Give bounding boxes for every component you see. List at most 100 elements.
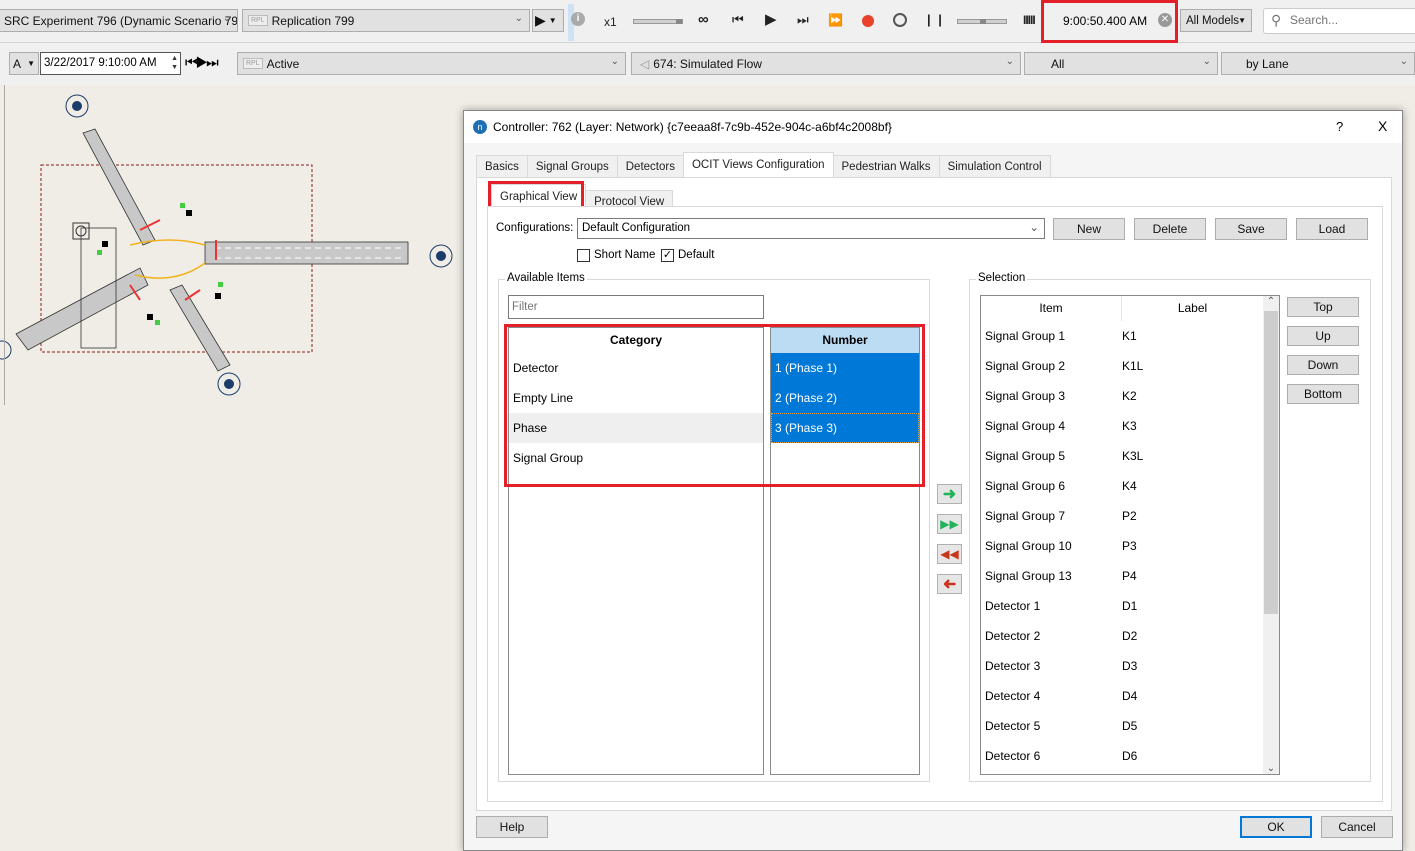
add-item-button[interactable]: ➜ — [937, 484, 962, 504]
subtab-graphical-view[interactable]: Graphical View — [491, 184, 587, 208]
play-icon[interactable]: ▶ — [765, 10, 777, 30]
selection-row[interactable]: Detector 2 D2 — [981, 621, 1279, 651]
experiment-select[interactable]: SRC Experiment 796 (Dynamic Scenario 795… — [0, 9, 238, 32]
clock-icon[interactable] — [893, 13, 907, 27]
scroll-up-icon[interactable]: ⌃ — [1263, 296, 1279, 307]
default-checkbox[interactable]: ✓ — [661, 249, 674, 262]
cancel-button[interactable]: Cancel — [1321, 816, 1393, 838]
selection-row[interactable]: Signal Group 2 K1L — [981, 351, 1279, 381]
network-map[interactable] — [0, 85, 463, 851]
selection-label: D2 — [1122, 629, 1138, 643]
tab-ocit-views-configuration[interactable]: OCIT Views Configuration — [682, 152, 834, 177]
replication-select[interactable]: RPL Replication 799 ⌄ — [242, 9, 530, 32]
selection-group: Selection Item Label Signal Group 1 K1 Sig… — [969, 272, 1371, 782]
help-icon[interactable]: ? — [1336, 119, 1343, 134]
chevron-down-icon: ⌄ — [514, 13, 523, 24]
short-name-checkbox[interactable] — [577, 249, 590, 262]
label-column-header[interactable]: Label — [1122, 296, 1263, 321]
selection-row[interactable]: Signal Group 10 P3 — [981, 531, 1279, 561]
grouping-select[interactable]: by Lane ⌄ — [1221, 52, 1415, 75]
tab-basics[interactable]: Basics — [476, 155, 528, 177]
number-header[interactable]: Number — [771, 328, 919, 353]
number-item[interactable]: 2 (Phase 2) — [771, 383, 919, 413]
selection-scrollbar[interactable]: ⌃ ⌄ — [1263, 296, 1279, 774]
selection-row[interactable]: Signal Group 13 P4 — [981, 561, 1279, 591]
scroll-down-icon[interactable]: ⌄ — [1263, 763, 1279, 774]
move-bottom-button[interactable]: Bottom — [1287, 384, 1359, 404]
tab-pedestrian-walks[interactable]: Pedestrian Walks — [832, 155, 940, 177]
time-slider[interactable] — [957, 19, 1007, 24]
status-label: Active — [266, 56, 300, 71]
spinner-icon[interactable]: ▲ ▼ — [171, 54, 178, 72]
selection-label: P4 — [1122, 569, 1137, 583]
delete-button[interactable]: Delete — [1134, 218, 1206, 240]
close-icon[interactable]: X — [1378, 118, 1387, 134]
search-input[interactable] — [1288, 12, 1408, 28]
status-select[interactable]: RPL Active ⌄ — [237, 52, 626, 75]
selection-row[interactable]: Signal Group 4 K3 — [981, 411, 1279, 441]
skip-forward-icon[interactable]: ⏭ — [206, 54, 219, 70]
play-icon[interactable]: ▶ — [196, 54, 208, 70]
filter-select[interactable]: All ⌄ — [1024, 52, 1218, 75]
selection-row[interactable]: Signal Group 1 K1 — [981, 321, 1279, 351]
record-icon[interactable] — [862, 15, 874, 27]
category-item[interactable]: Signal Group — [509, 443, 763, 473]
ok-button[interactable]: OK — [1240, 816, 1312, 838]
move-down-button[interactable]: Down — [1287, 355, 1359, 375]
scrollbar-thumb[interactable] — [1264, 311, 1278, 614]
category-item[interactable]: Detector — [509, 353, 763, 383]
tab-simulation-control[interactable]: Simulation Control — [938, 155, 1051, 177]
skip-back-icon[interactable]: ⏮ — [185, 54, 198, 70]
clear-time-icon[interactable]: ✕ — [1158, 13, 1172, 27]
infinity-icon[interactable]: ∞ — [698, 10, 709, 30]
remove-all-button[interactable]: ◀◀ — [937, 544, 962, 564]
selection-row[interactable]: Signal Group 7 P2 — [981, 501, 1279, 531]
tab-signal-groups[interactable]: Signal Groups — [526, 155, 618, 177]
category-header[interactable]: Category — [509, 328, 763, 353]
playback-controls[interactable]: ⏮▶⏭ — [185, 54, 219, 71]
save-button[interactable]: Save — [1215, 218, 1287, 240]
selection-row[interactable]: Detector 6 D6 — [981, 741, 1279, 771]
number-item[interactable]: 3 (Phase 3) — [771, 413, 919, 443]
selection-row[interactable]: Detector 4 D4 — [981, 681, 1279, 711]
experiment-label: SRC Experiment 796 (Dynamic Scenario 795… — [4, 13, 238, 28]
short-name-label: Short Name — [594, 249, 656, 261]
remove-item-button[interactable]: ➜ — [937, 574, 962, 594]
configuration-select[interactable]: Default Configuration ⌄ — [577, 218, 1045, 239]
selection-row[interactable]: Detector 1 D1 — [981, 591, 1279, 621]
selection-row[interactable]: Detector 3 D3 — [981, 651, 1279, 681]
item-column-header[interactable]: Item — [981, 296, 1122, 321]
flow-select[interactable]: ◁ 674: Simulated Flow ⌄ — [631, 52, 1021, 75]
selection-row[interactable]: Signal Group 3 K2 — [981, 381, 1279, 411]
speed-slider[interactable] — [633, 19, 683, 24]
selection-row[interactable]: Signal Group 6 K4 — [981, 471, 1279, 501]
pause-icon[interactable]: | | — [927, 10, 944, 30]
tab-detectors[interactable]: Detectors — [616, 155, 684, 177]
move-top-button[interactable]: Top — [1287, 297, 1359, 317]
filter-input[interactable] — [508, 295, 764, 319]
category-item[interactable]: Empty Line — [509, 383, 763, 413]
datetime-input[interactable]: 3/22/2017 9:10:00 AM ▲ ▼ — [40, 52, 181, 75]
fast-forward-icon[interactable]: ⏩ — [828, 10, 843, 30]
arrow-left-icon: ➜ — [942, 576, 957, 593]
available-items-title: Available Items — [505, 272, 587, 284]
info-icon[interactable]: i — [571, 12, 585, 26]
rewind-icon[interactable]: ⏮ — [732, 10, 744, 30]
mode-select[interactable]: A ▼ — [9, 52, 39, 75]
add-all-button[interactable]: ▶▶ — [937, 514, 962, 534]
number-item[interactable]: 1 (Phase 1) — [771, 353, 919, 383]
load-button[interactable]: Load — [1296, 218, 1368, 240]
step-marks-icon[interactable]: IIIII — [1023, 10, 1036, 30]
run-split-button[interactable]: ▶ ▼ — [532, 9, 564, 32]
selection-item: Signal Group 13 — [985, 569, 1072, 583]
step-icon[interactable]: ⏭ — [797, 10, 809, 30]
help-button[interactable]: Help — [476, 816, 548, 838]
search-box[interactable]: ⚲ — [1263, 8, 1415, 34]
move-up-button[interactable]: Up — [1287, 326, 1359, 346]
selection-label: K3L — [1122, 449, 1144, 463]
models-dropdown[interactable]: All Models ▼ — [1180, 9, 1252, 32]
selection-row[interactable]: Signal Group 5 K3L — [981, 441, 1279, 471]
selection-row[interactable]: Detector 5 D5 — [981, 711, 1279, 741]
category-item-selected[interactable]: Phase — [509, 413, 763, 443]
new-button[interactable]: New — [1053, 218, 1125, 240]
